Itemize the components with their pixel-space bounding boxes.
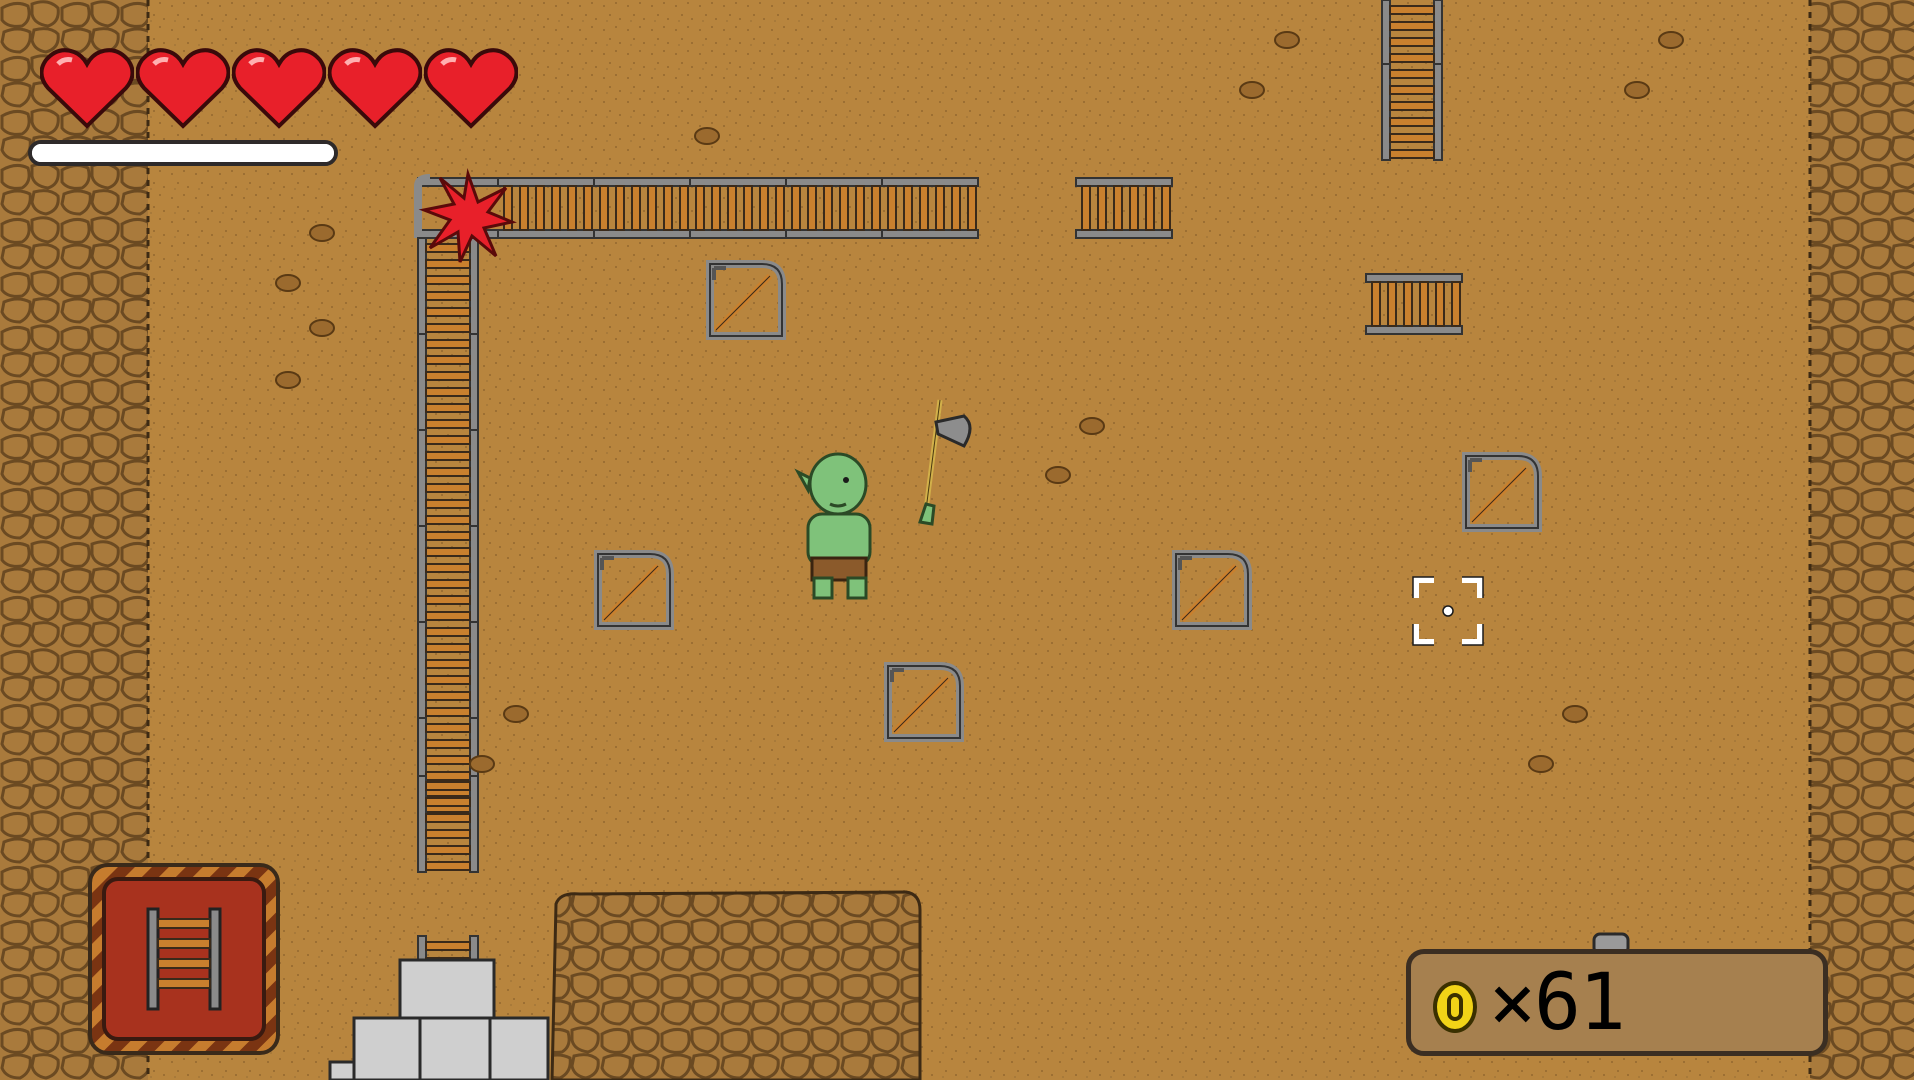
selected-item-slot[interactable] [88,863,280,1055]
stamina-bar [28,140,338,166]
heart-icon [327,46,423,130]
heart-icon [231,46,327,130]
coin-icon [1433,981,1477,1033]
coin-counter: ×61 [1406,949,1828,1056]
stamina-bar-fill [32,144,334,162]
heart-icon [39,46,135,130]
coin-count-label: ×61 [1489,958,1626,1048]
heart-icon [135,46,231,130]
target-reticle-icon [1412,576,1484,646]
health-hearts [39,46,519,130]
rock-wall-right [1810,0,1914,1080]
rock-outcrop [550,890,922,1080]
heart-icon [423,46,519,130]
